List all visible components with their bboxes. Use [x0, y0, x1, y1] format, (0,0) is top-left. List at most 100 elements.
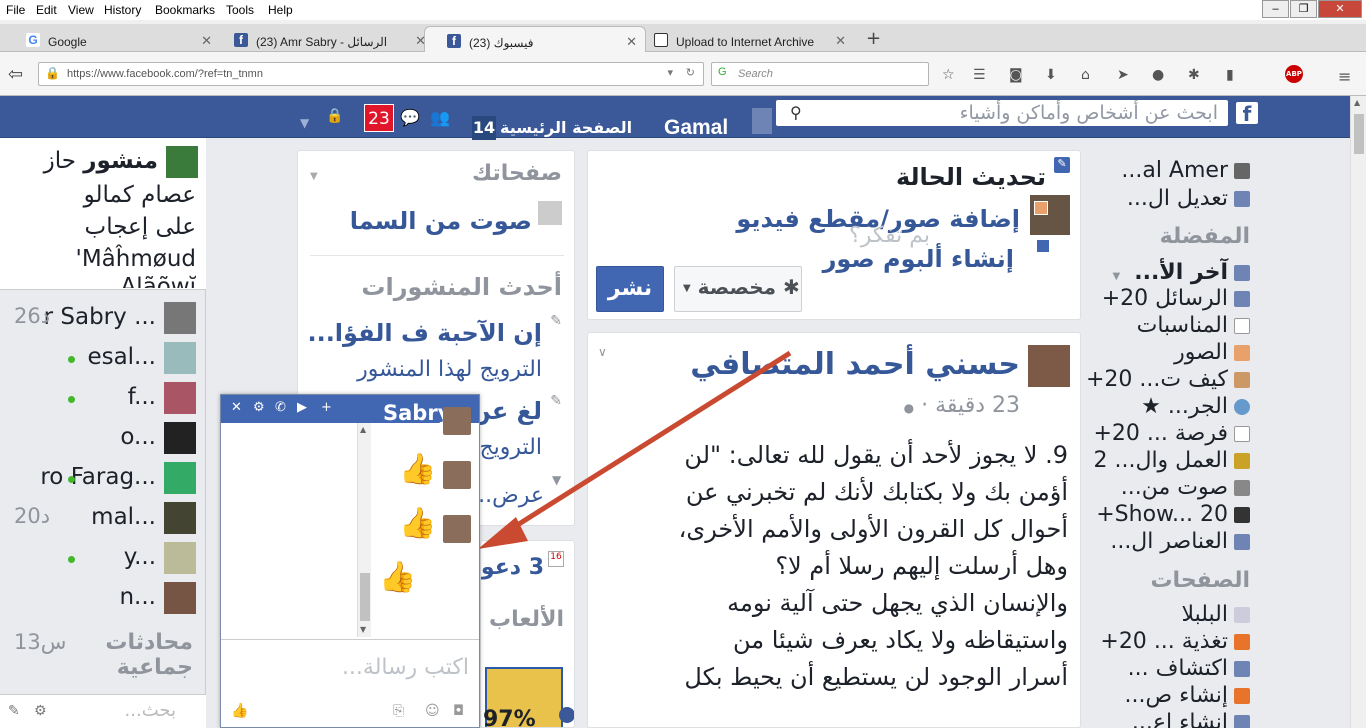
- star-icon[interactable]: ☆: [942, 67, 955, 83]
- post-button[interactable]: نشر: [596, 266, 664, 312]
- post-author-link[interactable]: حسني أحمد المتصافي: [690, 347, 1020, 382]
- back-icon[interactable]: ⇦: [8, 64, 23, 85]
- chat-contact[interactable]: ro Farag...: [0, 462, 206, 498]
- chat-contact[interactable]: esal...: [0, 342, 206, 378]
- promote-post-link[interactable]: الترويج لهذا المنشور: [357, 357, 542, 382]
- scrollbar-thumb[interactable]: [1354, 114, 1364, 154]
- facebook-logo-icon[interactable]: f: [1236, 102, 1258, 126]
- reading-list-icon[interactable]: ☰: [973, 67, 986, 83]
- tab-messages[interactable]: f (23) Amr Sabry - الرسائل ✕: [212, 26, 434, 52]
- chat-contact[interactable]: f...: [0, 382, 206, 418]
- attach-icon[interactable]: ⎘: [393, 703, 404, 719]
- ticker-name[interactable]: منشور: [83, 148, 158, 174]
- tab-google[interactable]: G Google ✕: [4, 26, 220, 52]
- chat-contact[interactable]: y...: [0, 542, 206, 578]
- chat-contact[interactable]: mal... 20د: [0, 502, 206, 538]
- nav-group[interactable]: كيف ت... 20+: [1086, 367, 1250, 394]
- camera-icon[interactable]: ◘: [453, 703, 464, 719]
- tab-internet-archive[interactable]: Upload to Internet Archive ✕: [632, 26, 854, 52]
- chat-search-bar[interactable]: ✎ ⚙ بحث...: [0, 694, 206, 728]
- nav-pages-feed[interactable]: تغذية ... 20+: [1100, 629, 1250, 656]
- add-friend-icon[interactable]: +: [321, 400, 332, 415]
- nav-page[interactable]: البلبلا: [1181, 602, 1250, 629]
- hamburger-menu-icon[interactable]: ≡: [1338, 67, 1351, 86]
- close-icon[interactable]: ✕: [231, 400, 242, 415]
- chat-icon[interactable]: ●: [1152, 67, 1164, 83]
- emoji-icon[interactable]: ☺: [425, 703, 440, 719]
- chat-contact[interactable]: o...: [0, 422, 206, 458]
- url-bar[interactable]: 🔒 https://www.facebook.com/?ref=tn_tnmn …: [38, 62, 704, 86]
- menu-bookmarks[interactable]: Bookmarks: [155, 3, 215, 17]
- menu-edit[interactable]: Edit: [36, 3, 57, 17]
- like-button-icon[interactable]: 👍: [231, 703, 248, 719]
- send-icon[interactable]: ➤: [1117, 67, 1129, 83]
- adblock-icon[interactable]: ABP: [1285, 65, 1303, 83]
- nav-discover[interactable]: اكتشاف ...: [1128, 656, 1250, 683]
- nav-photos[interactable]: الصور: [1174, 340, 1250, 367]
- chevron-down-icon[interactable]: ▼: [310, 171, 318, 182]
- menu-tools[interactable]: Tools: [226, 3, 254, 17]
- account-menu-icon[interactable]: ▼: [300, 116, 309, 130]
- create-album-link[interactable]: إنشاء ألبوم صور: [823, 245, 1014, 273]
- clipboard-icon[interactable]: ▮: [1226, 67, 1234, 83]
- nav-saved[interactable]: العناصر ال...: [1110, 529, 1250, 556]
- tab-facebook-home[interactable]: f فيسبوك (23) ✕: [424, 26, 646, 52]
- nav-profile[interactable]: al Amer...: [1121, 158, 1250, 185]
- search-icon[interactable]: ⚲: [790, 103, 802, 122]
- menu-file[interactable]: File: [6, 3, 25, 17]
- page-avatar[interactable]: [538, 201, 562, 225]
- extension-icon[interactable]: ✱: [1188, 67, 1200, 83]
- nav-group[interactable]: الجر... ★: [1141, 394, 1250, 421]
- nav-edit-profile[interactable]: تعديل ال...: [1127, 186, 1250, 213]
- recent-post-link[interactable]: إن الآحبة ف الفؤا...: [307, 319, 542, 347]
- page-scrollbar[interactable]: ▲: [1350, 96, 1366, 728]
- fb-search-input[interactable]: ابحث عن أشخاص وأماكن وأشياء ⚲: [776, 100, 1228, 126]
- settings-gear-icon[interactable]: ⚙: [34, 703, 47, 719]
- privacy-selector[interactable]: ▼ مخصصة ✱: [674, 266, 802, 312]
- edit-icon[interactable]: ✎: [550, 393, 562, 409]
- chat-window-title[interactable]: Sabry: [383, 401, 451, 425]
- gear-icon[interactable]: ⚙: [253, 400, 265, 415]
- nav-create-ad[interactable]: إنشاء إع...: [1132, 710, 1250, 728]
- edit-icon[interactable]: ✎: [550, 313, 562, 329]
- scroll-down-icon[interactable]: ▼: [360, 625, 366, 634]
- edit-status-icon[interactable]: ✎: [1054, 157, 1070, 173]
- nav-group[interactable]: العمل وال... 2: [1093, 448, 1250, 475]
- chat-contact[interactable]: n...: [0, 582, 206, 618]
- nav-create-page[interactable]: إنشاء ص...: [1125, 683, 1250, 710]
- post-options-chevron-icon[interactable]: ∨: [598, 345, 607, 359]
- message-input[interactable]: اكتب رسالة...: [229, 655, 469, 680]
- menu-help[interactable]: Help: [268, 3, 293, 17]
- restore-icon[interactable]: ❐: [1290, 0, 1317, 18]
- scroll-up-icon[interactable]: ▲: [360, 425, 366, 434]
- notifications-badge[interactable]: 23: [364, 104, 394, 132]
- chat-window-header[interactable]: ✕ ⚙ ✆ ▶ + Sabry: [221, 395, 479, 425]
- scroll-up-icon[interactable]: ▲: [1354, 98, 1360, 107]
- menu-history[interactable]: History: [104, 3, 141, 17]
- menu-view[interactable]: View: [68, 3, 94, 17]
- nav-page[interactable]: صوت من...: [1121, 475, 1250, 502]
- browser-search-input[interactable]: G Search: [711, 62, 929, 86]
- home-link[interactable]: الصفحة الرئيسية: [500, 118, 632, 137]
- privacy-shortcuts-icon[interactable]: 🔒: [326, 108, 343, 124]
- home-icon[interactable]: ⌂: [1081, 67, 1090, 83]
- avatar[interactable]: [752, 108, 772, 134]
- scrollbar-thumb[interactable]: [360, 573, 370, 621]
- chat-contact[interactable]: r Sabry ... 26د: [0, 302, 206, 338]
- nav-events[interactable]: المناسبات: [1137, 313, 1250, 340]
- nav-messages[interactable]: الرسائل 20+: [1102, 286, 1250, 313]
- avatar[interactable]: [1028, 345, 1070, 387]
- phone-icon[interactable]: ✆: [275, 400, 286, 415]
- post-timestamp[interactable]: 23 دقيقة · ●: [904, 393, 1020, 418]
- compose-icon[interactable]: ✎: [8, 703, 20, 719]
- chevron-down-icon[interactable]: ▼: [552, 473, 561, 487]
- friend-requests-icon[interactable]: 👥: [430, 108, 450, 127]
- nav-group[interactable]: فرصة ... 20+: [1093, 421, 1250, 448]
- close-tab-icon[interactable]: ✕: [835, 33, 846, 49]
- minimize-icon[interactable]: –: [1262, 0, 1289, 18]
- download-icon[interactable]: ⬇: [1045, 67, 1057, 83]
- profile-link[interactable]: Gamal: [664, 116, 728, 140]
- messages-icon[interactable]: 💬: [400, 108, 420, 127]
- globe-icon[interactable]: [559, 707, 574, 723]
- new-tab-icon[interactable]: +: [866, 28, 881, 49]
